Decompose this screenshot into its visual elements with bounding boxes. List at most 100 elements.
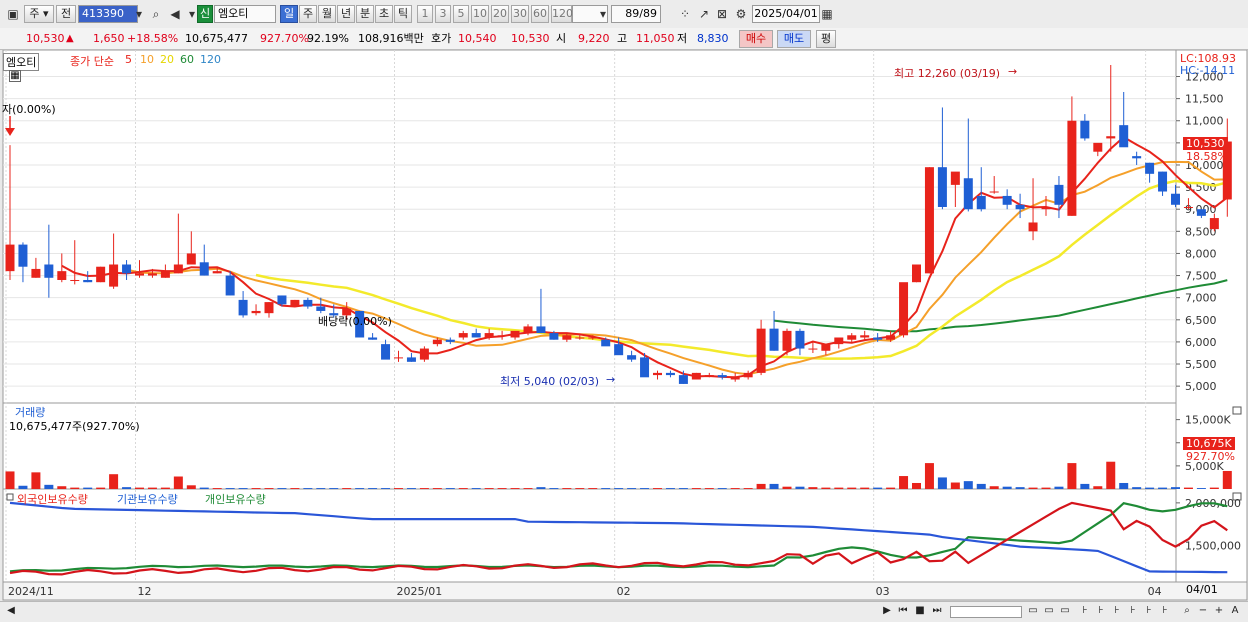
volume-bar <box>678 488 688 489</box>
volume-bar <box>717 488 727 489</box>
market-label: 주 <box>29 7 40 20</box>
magnifier-icon[interactable]: ⌕ <box>1180 604 1194 618</box>
period-button-2[interactable]: 월 <box>318 5 336 23</box>
gear-icon[interactable]: ⚙ <box>732 5 750 23</box>
interval-button-30[interactable]: 30 <box>511 5 529 23</box>
interval-button-5[interactable]: 5 <box>453 5 469 23</box>
volume-bar <box>937 477 947 489</box>
last-icon[interactable]: ⏭ <box>930 604 944 618</box>
candle-body <box>212 271 222 274</box>
period-button-4[interactable]: 분 <box>356 5 374 23</box>
grid-icon[interactable]: ⁘ <box>676 5 694 23</box>
volume-bar <box>44 484 54 489</box>
tool-icon-1[interactable]: ⊦ <box>1078 604 1092 618</box>
volume-bar <box>704 488 714 489</box>
chevron-down-icon[interactable]: ▾ <box>130 5 148 23</box>
interval-button-20[interactable]: 20 <box>491 5 509 23</box>
volume-bar <box>963 481 973 489</box>
tool-icon-4[interactable]: ⊦ <box>1126 604 1140 618</box>
current-price: 10,530 <box>26 32 65 45</box>
crosshair-icon[interactable]: ⊠ <box>713 5 731 23</box>
scroll-left-icon[interactable]: ◀ <box>4 604 18 618</box>
legend-institution: 기관보유수량 <box>117 493 178 506</box>
legend-ma60: 60 <box>180 53 194 66</box>
x-axis-label: 04 <box>1148 585 1162 598</box>
low-price: 8,830 <box>697 32 729 45</box>
sell-button[interactable]: 매도 <box>777 30 811 48</box>
volume-bar <box>510 488 520 489</box>
candle-body <box>1041 206 1051 210</box>
interval-button-60[interactable]: 60 <box>531 5 549 23</box>
period-button-3[interactable]: 년 <box>337 5 355 23</box>
interval-button-120[interactable]: 120 <box>551 5 573 23</box>
layout-icon-1[interactable]: ▭ <box>1026 604 1040 618</box>
tool-icon-5[interactable]: ⊦ <box>1142 604 1156 618</box>
volume-bar <box>1002 486 1012 489</box>
speaker-icon[interactable]: ◀ <box>166 5 184 23</box>
font-size-icon[interactable]: A <box>1228 604 1242 618</box>
candle-body <box>381 344 391 360</box>
candle-body <box>432 339 442 345</box>
scroll-right-icon[interactable]: ▶ <box>880 604 894 618</box>
count-field[interactable]: 89/89 <box>611 5 661 23</box>
bottom-scrollbar[interactable]: ◀ ▶ ⏮ ■ ⏭ ▭ ▭ ▭ ⊦ ⊦ ⊦ ⊦ ⊦ ⊦ ⌕ − + A <box>0 601 1248 622</box>
candle-body <box>627 355 637 360</box>
zoom-out-icon[interactable]: − <box>1196 604 1210 618</box>
layout-icon-2[interactable]: ▭ <box>1042 604 1056 618</box>
calendar-icon[interactable]: ▦ <box>818 5 836 23</box>
volume-bar <box>924 463 934 489</box>
stock-name-field[interactable]: 엠오티 <box>214 5 276 23</box>
chevron-down-icon-3[interactable]: ▾ <box>594 5 612 23</box>
x-axis-label: 2024/11 <box>8 585 54 598</box>
stock-chart[interactable]: 12,00011,50011,00010,50010,0009,5009,000… <box>0 50 1248 602</box>
candle-body <box>147 273 157 276</box>
date-field[interactable]: 2025/04/01 <box>752 5 820 23</box>
candle-body <box>704 375 714 377</box>
zoom-in-icon[interactable]: + <box>1212 604 1226 618</box>
code-input[interactable]: 413390 <box>78 5 138 23</box>
volume-bar <box>1093 486 1103 489</box>
volume-bar <box>135 487 144 489</box>
search-icon[interactable]: ⌕ <box>147 5 165 23</box>
volume-bar <box>614 488 624 489</box>
interval-button-3[interactable]: 3 <box>435 5 451 23</box>
tool-icon-2[interactable]: ⊦ <box>1094 604 1108 618</box>
interval-button-10[interactable]: 10 <box>471 5 489 23</box>
chart-area[interactable]: 12,00011,50011,00010,50010,0009,5009,000… <box>0 50 1248 602</box>
candle-body <box>1196 209 1206 216</box>
candle-body <box>1158 171 1168 192</box>
volume-bar <box>795 486 805 489</box>
volume-bar <box>212 488 222 489</box>
tool-icon-3[interactable]: ⊦ <box>1110 604 1124 618</box>
period-button-5[interactable]: 초 <box>375 5 393 23</box>
prev-button[interactable]: 전 <box>56 5 76 23</box>
period-button-6[interactable]: 틱 <box>394 5 412 23</box>
market-dropdown[interactable]: 주 ▾ <box>24 5 54 23</box>
volume-bar <box>653 488 662 489</box>
period-button-1[interactable]: 주 <box>299 5 317 23</box>
zoom-slider[interactable] <box>950 606 1022 618</box>
candle-body <box>497 335 507 337</box>
first-icon[interactable]: ⏮ <box>896 604 910 618</box>
volume-bar <box>381 488 391 489</box>
volume-bar <box>950 482 960 489</box>
period-button-0[interactable]: 일 <box>280 5 298 23</box>
candle-body <box>83 279 93 283</box>
table-icon[interactable]: ▦ <box>9 70 21 82</box>
candle-body <box>989 191 999 193</box>
volume-bar <box>1028 487 1038 489</box>
eval-button[interactable]: 평 <box>816 30 836 48</box>
candle-body <box>782 330 792 351</box>
stop-icon[interactable]: ■ <box>913 604 927 618</box>
volume-bar <box>782 486 792 489</box>
buy-button[interactable]: 매수 <box>739 30 773 48</box>
window-icon[interactable]: ▣ <box>4 5 22 23</box>
tool-icon-6[interactable]: ⊦ <box>1158 604 1172 618</box>
interval-button-1[interactable]: 1 <box>417 5 433 23</box>
candle-body <box>730 377 740 380</box>
layout-icon-3[interactable]: ▭ <box>1058 604 1072 618</box>
volume-bar <box>31 472 41 489</box>
candle-body <box>1002 195 1012 205</box>
candle-body <box>18 244 28 267</box>
draw-icon[interactable]: ↗ <box>695 5 713 23</box>
